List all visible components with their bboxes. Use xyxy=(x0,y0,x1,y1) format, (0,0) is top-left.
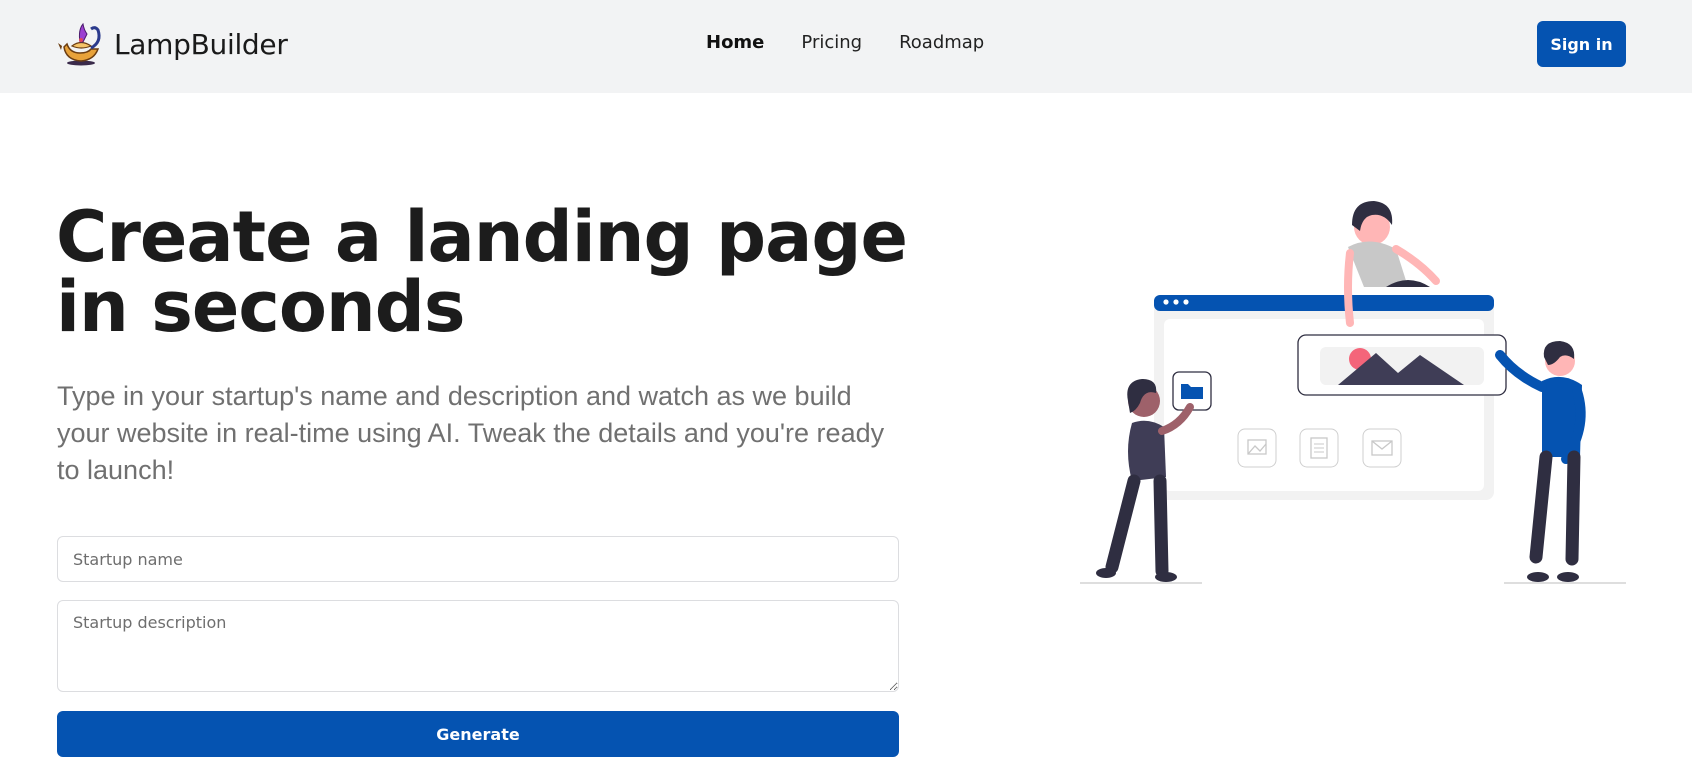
image-tile-icon xyxy=(1237,428,1277,468)
brand-link[interactable]: LampBuilder xyxy=(58,20,288,68)
sign-in-button[interactable]: Sign in xyxy=(1537,21,1626,67)
hero-subtitle: Type in your startup's name and descript… xyxy=(57,381,885,485)
generate-button[interactable]: Generate xyxy=(57,711,899,757)
nav-link-roadmap[interactable]: Roadmap xyxy=(899,30,984,56)
navbar: LampBuilder Home Pricing Roadmap Sign in xyxy=(0,0,1692,93)
mail-tile-icon xyxy=(1362,428,1402,468)
team-building-website-illustration xyxy=(1080,201,1626,584)
hero-title: Create a landing page in seconds xyxy=(56,196,908,348)
nav-link-pricing[interactable]: Pricing xyxy=(801,30,862,56)
image-card xyxy=(1297,334,1507,396)
startup-name-input[interactable] xyxy=(57,536,899,582)
document-tile-icon xyxy=(1299,428,1339,468)
magic-lamp-icon xyxy=(58,22,101,66)
nav-link-home[interactable]: Home xyxy=(706,30,764,56)
person-right-figure xyxy=(1495,341,1586,582)
startup-description-input[interactable] xyxy=(57,600,899,692)
brand-name: LampBuilder xyxy=(114,27,288,61)
main-nav: Home Pricing Roadmap xyxy=(706,30,984,56)
